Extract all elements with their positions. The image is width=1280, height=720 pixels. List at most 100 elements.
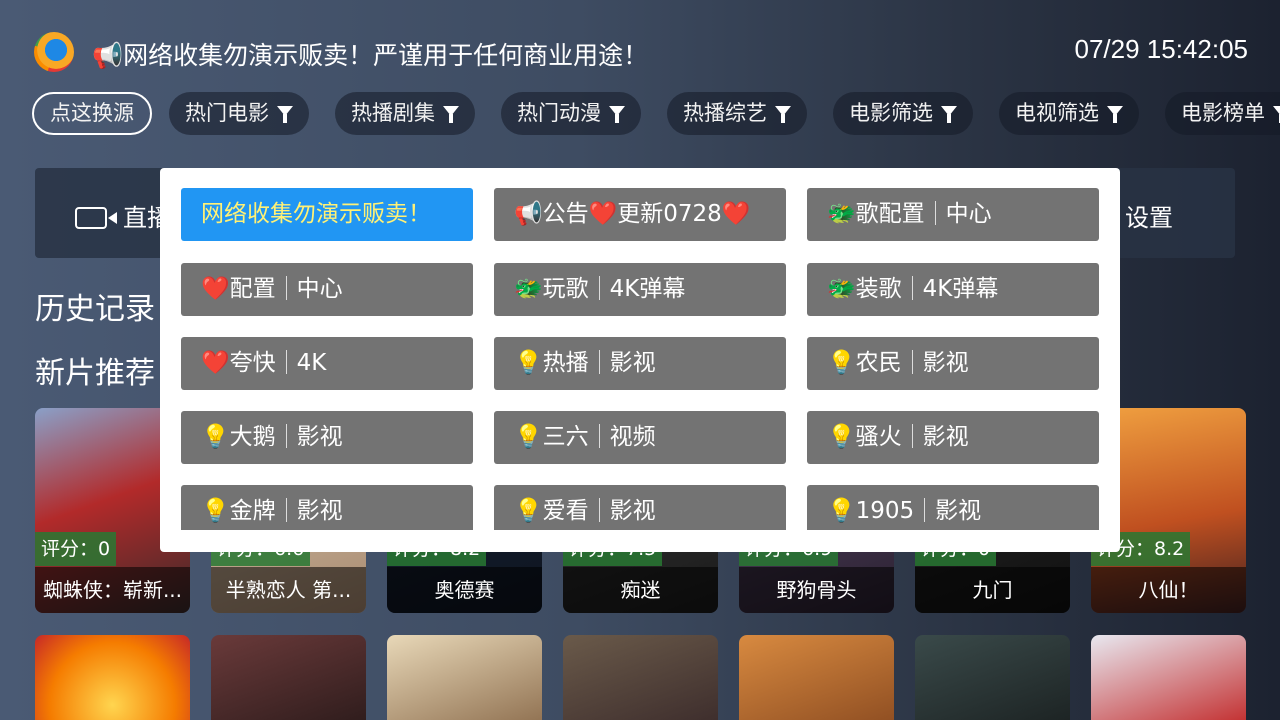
source-sublabel: 影视 (609, 498, 656, 524)
filter-icon (775, 106, 791, 123)
separator (285, 498, 287, 522)
source-sublabel: 4K弹幕 (922, 276, 999, 302)
tab-hot-movies[interactable]: 热门电影 (169, 92, 309, 135)
tab-label: 热门动漫 (517, 101, 601, 125)
tab-label: 热播剧集 (351, 101, 435, 125)
source-sublabel: 影视 (296, 424, 343, 450)
source-item[interactable]: 网络收集勿演示贩卖！ (181, 188, 473, 241)
source-label: ❤️夸快 (201, 350, 276, 376)
separator (911, 276, 913, 300)
source-item[interactable]: 💡骚火 影视 (807, 411, 1099, 464)
app-logo-icon (34, 32, 74, 72)
separator (598, 350, 600, 374)
separator (285, 276, 287, 300)
separator (285, 424, 287, 448)
source-sublabel: 4K弹幕 (609, 276, 686, 302)
source-label: ❤️配置 (201, 276, 276, 302)
source-item[interactable]: ❤️配置 中心 (181, 263, 473, 316)
source-sublabel: 影视 (609, 350, 656, 376)
rating-badge: 评分：0 (35, 532, 117, 566)
source-label: 💡大鹅 (201, 424, 276, 450)
separator (285, 350, 287, 374)
source-item[interactable]: ❤️夸快 4K (181, 337, 473, 390)
source-item[interactable]: 🐲装歌 4K弹幕 (807, 263, 1099, 316)
source-label: 🐲装歌 (827, 276, 902, 302)
tab-label: 电视筛选 (1015, 101, 1099, 125)
history-title: 历史记录 (35, 292, 155, 327)
poster-card[interactable] (387, 635, 542, 720)
source-sublabel: 影视 (922, 424, 969, 450)
tab-hot-anime[interactable]: 热门动漫 (501, 92, 641, 135)
top-bar: 📢网络收集勿演示贩卖！严谨用于任何商业用途！ 07/29 15:42:05 (34, 30, 1248, 76)
tab-switch-source[interactable]: 点这换源 (32, 92, 152, 135)
poster-card[interactable] (35, 635, 190, 720)
source-item[interactable]: 🐲玩歌 4K弹幕 (494, 263, 786, 316)
tab-hot-variety[interactable]: 热播综艺 (667, 92, 807, 135)
source-label: 💡农民 (827, 350, 902, 376)
card-title: 八仙！ (1091, 567, 1246, 613)
separator (598, 498, 600, 522)
tab-label: 电影筛选 (849, 101, 933, 125)
tab-movie-ranking[interactable]: 电影榜单 (1165, 92, 1280, 135)
category-tabs: 点这换源 热门电影 热播剧集 热门动漫 热播综艺 电影筛选 电视筛选 电影榜单 (32, 92, 1280, 136)
video-camera-icon (75, 207, 117, 229)
source-label: 💡热播 (514, 350, 589, 376)
card-title: 奥德赛 (387, 567, 542, 613)
card-title: 半熟恋人 第... (211, 567, 366, 613)
card-title: 九门 (915, 567, 1070, 613)
source-item[interactable]: 💡大鹅 影视 (181, 411, 473, 464)
source-label: 🐲玩歌 (514, 276, 589, 302)
poster-card[interactable] (211, 635, 366, 720)
notice-text: 📢网络收集勿演示贩卖！严谨用于任何商业用途！ (92, 41, 649, 70)
separator (911, 350, 913, 374)
tab-label: 电影榜单 (1181, 101, 1265, 125)
source-item[interactable]: 💡爱看 影视 (494, 485, 786, 530)
source-label: 💡金牌 (201, 498, 276, 524)
source-list[interactable]: 网络收集勿演示贩卖！ 📢公告❤️更新0728❤️ 🐲歌配置 中心 ❤️配置 中心 🐲… (181, 188, 1101, 530)
tab-label: 热门电影 (185, 101, 269, 125)
tab-tv-filter[interactable]: 电视筛选 (999, 92, 1139, 135)
source-sublabel: 影视 (922, 350, 969, 376)
source-item[interactable]: 💡金牌 影视 (181, 485, 473, 530)
source-sublabel: 中心 (296, 276, 343, 302)
source-sublabel: 中心 (945, 201, 992, 227)
clock: 07/29 15:42:05 (1074, 34, 1249, 64)
source-label: 🐲歌配置 (827, 201, 925, 227)
separator (598, 276, 600, 300)
nav-live-button[interactable]: 直播 (75, 198, 171, 233)
source-item[interactable]: 📢公告❤️更新0728❤️ (494, 188, 786, 241)
source-picker-dialog: 网络收集勿演示贩卖！ 📢公告❤️更新0728❤️ 🐲歌配置 中心 ❤️配置 中心 🐲… (160, 168, 1120, 552)
filter-icon (277, 106, 293, 123)
source-label: 💡爱看 (514, 498, 589, 524)
tab-hot-series[interactable]: 热播剧集 (335, 92, 475, 135)
filter-icon (941, 106, 957, 123)
source-item[interactable]: 💡热播 影视 (494, 337, 786, 390)
tab-label: 热播综艺 (683, 101, 767, 125)
nav-settings-label: 设置 (1125, 204, 1173, 232)
poster-card[interactable] (739, 635, 894, 720)
tab-label: 点这换源 (50, 101, 134, 125)
tab-movie-filter[interactable]: 电影筛选 (833, 92, 973, 135)
source-label: 📢公告❤️更新0728❤️ (514, 201, 751, 227)
filter-icon (1273, 106, 1280, 123)
filter-icon (609, 106, 625, 123)
source-label: 💡骚火 (827, 424, 902, 450)
poster-card[interactable] (915, 635, 1070, 720)
source-sublabel: 视频 (609, 424, 656, 450)
source-label: 💡1905 (827, 498, 915, 524)
separator (924, 498, 926, 522)
separator (911, 424, 913, 448)
filter-icon (1107, 106, 1123, 123)
poster-card[interactable] (563, 635, 718, 720)
source-item[interactable]: 💡三六 视频 (494, 411, 786, 464)
source-sublabel: 4K (296, 350, 327, 376)
card-title: 痴迷 (563, 567, 718, 613)
source-item[interactable]: 🐲歌配置 中心 (807, 188, 1099, 241)
poster-card[interactable] (1091, 635, 1246, 720)
card-title: 野狗骨头 (739, 567, 894, 613)
source-sublabel: 影视 (296, 498, 343, 524)
separator (598, 424, 600, 448)
source-item[interactable]: 💡1905 影视 (807, 485, 1099, 530)
source-item[interactable]: 💡农民 影视 (807, 337, 1099, 390)
source-label: 💡三六 (514, 424, 589, 450)
